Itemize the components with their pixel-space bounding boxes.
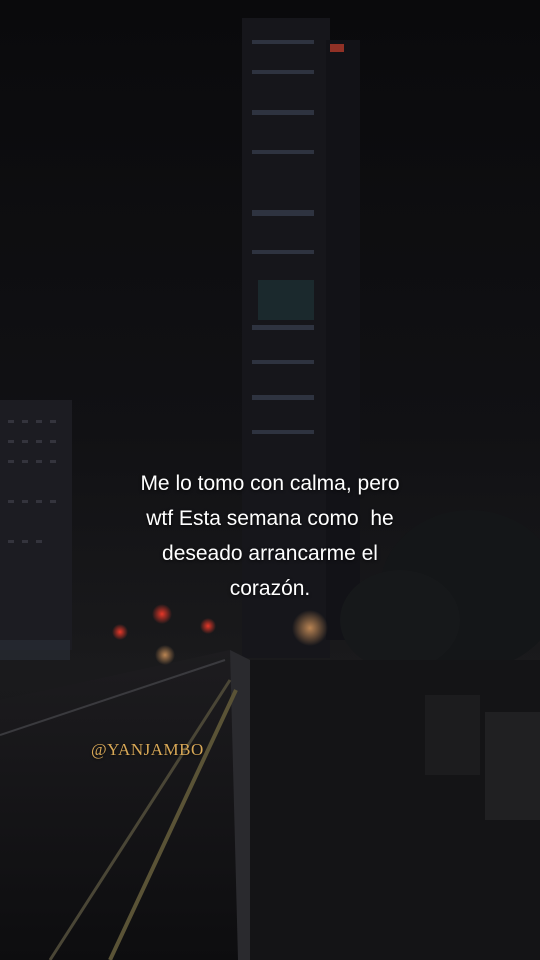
quote-line: wtf Esta semana como he <box>146 507 394 530</box>
night-city-photo: Me lo tomo con calma, pero wtf Esta sema… <box>0 0 540 960</box>
quote-line: corazón. <box>229 577 311 600</box>
author-handle-watermark: @YANJAMBO <box>91 740 204 759</box>
quote-line: Me lo tomo con calma, pero <box>140 472 400 495</box>
street <box>0 650 240 960</box>
quote-text: Me lo tomo con calma, pero wtf Esta sema… <box>0 466 540 606</box>
quote-line: deseado arrancarme el <box>162 542 378 565</box>
